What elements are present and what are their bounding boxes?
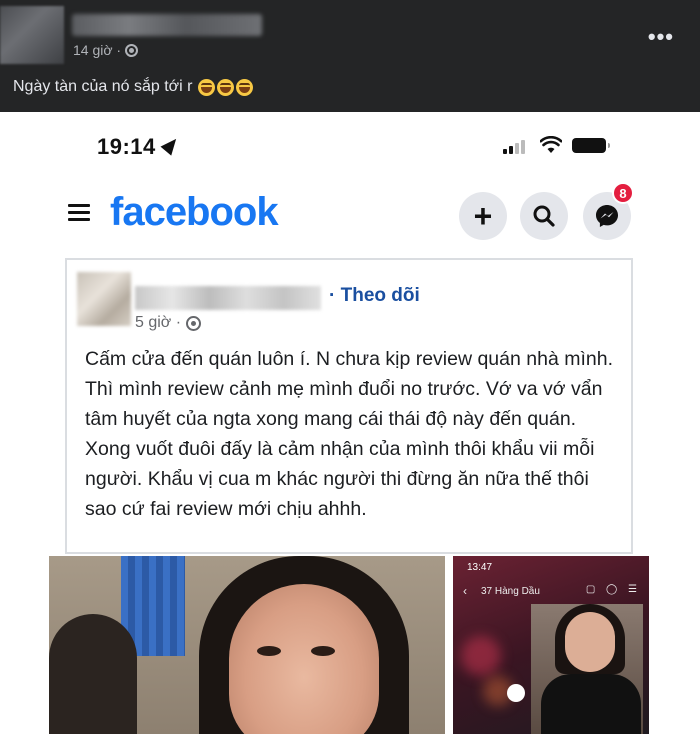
cellular-signal-icon — [503, 139, 525, 154]
video-frame — [531, 604, 643, 734]
follow-link[interactable]: · Theo dõi — [329, 285, 420, 307]
post-photo-right[interactable]: 13:47 ‹ 37 Hàng Dầu ▢ ◯ ☰ — [453, 556, 649, 734]
inner-post-text: Cấm cửa đến quán luôn í. N chưa kịp revi… — [85, 348, 613, 520]
inner-status-time: 13:47 — [467, 562, 493, 573]
laughing-emoji-icon — [236, 78, 254, 96]
emoji-group — [198, 78, 254, 96]
photo-eye-right — [311, 646, 335, 656]
photo-face — [229, 584, 379, 734]
post-photo-left[interactable] — [49, 556, 445, 734]
phone-status-bar: 19:14 — [0, 112, 700, 180]
inner-post-meta: 5 giờ · — [135, 314, 202, 332]
plus-icon: + — [473, 198, 493, 234]
battery-icon — [572, 138, 610, 153]
create-button[interactable]: + — [459, 192, 507, 240]
video-face — [565, 612, 615, 672]
photo-bokeh — [461, 636, 501, 676]
inner-timestamp[interactable]: 5 giờ · — [135, 314, 181, 332]
inner-author-blurred[interactable] — [135, 286, 321, 310]
facebook-header: facebook + 8 — [0, 180, 700, 260]
search-button[interactable] — [520, 192, 568, 240]
more-options-button[interactable]: ••• — [648, 24, 674, 50]
author-name-blurred[interactable] — [72, 14, 262, 36]
post-meta: 14 giờ · — [73, 42, 139, 58]
chat-toolbar-icons: ▢ ◯ ☰ — [585, 584, 641, 595]
wifi-icon — [540, 136, 562, 153]
inner-post-card: · Theo dõi 5 giờ · Cấm cửa đến quán luôn… — [65, 258, 633, 554]
photo-person-left — [49, 614, 137, 734]
status-time: 19:14 — [97, 134, 156, 159]
photo-eye-left — [257, 646, 281, 656]
chat-title: 37 Hàng Dầu — [481, 586, 540, 597]
post-timestamp[interactable]: 14 giờ · — [73, 42, 121, 58]
avatar-blurred[interactable] — [0, 6, 64, 64]
video-body — [541, 674, 641, 734]
laughing-emoji-icon — [198, 78, 216, 96]
messenger-icon — [596, 205, 618, 227]
globe-icon — [125, 43, 139, 57]
post-caption: Ngày tàn của nó sắp tới r — [13, 78, 254, 96]
facebook-logo[interactable]: facebook — [110, 190, 279, 235]
embedded-screenshot: 19:14 facebook + 8 · Theo dõi 5 giờ · Cấ… — [0, 112, 700, 734]
laughing-emoji-icon — [217, 78, 235, 96]
video-control-icon — [507, 684, 525, 702]
hamburger-menu-icon[interactable] — [68, 204, 90, 222]
location-arrow-icon — [160, 134, 182, 156]
globe-icon — [186, 315, 202, 331]
caption-text: Ngày tàn của nó sắp tới r — [13, 78, 193, 95]
inner-avatar-blurred[interactable] — [77, 272, 131, 326]
search-icon — [533, 205, 555, 227]
back-arrow-icon: ‹ — [463, 584, 467, 598]
notification-badge: 8 — [612, 182, 634, 204]
outer-post: 14 giờ · ••• Ngày tàn của nó sắp tới r — [0, 0, 700, 112]
